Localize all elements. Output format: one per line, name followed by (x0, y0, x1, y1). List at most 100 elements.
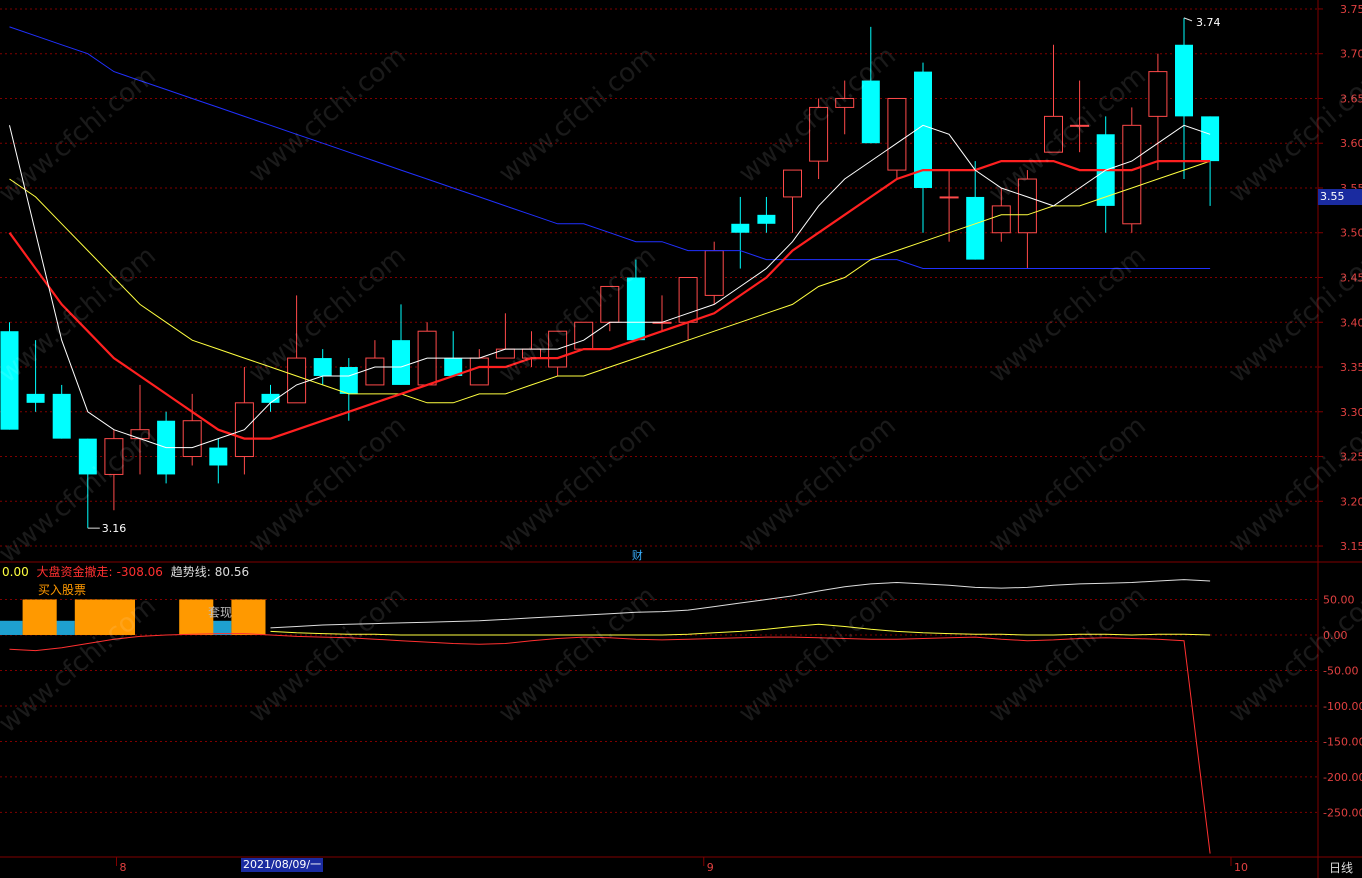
y-tick-label: 0.00 (1323, 629, 1348, 642)
candle (444, 331, 463, 376)
candle-body (1044, 115, 1063, 153)
candle-body (757, 214, 776, 224)
candle (652, 295, 672, 332)
period-label[interactable]: 日线 (1329, 859, 1353, 876)
candle-body (939, 196, 959, 199)
high-pointer (1183, 17, 1193, 22)
candle-body (600, 285, 620, 323)
candle-body (835, 97, 855, 108)
y-tick-label: 3.75 (1340, 3, 1362, 16)
candle (182, 393, 202, 466)
y-tick-label: 3.60 (1340, 137, 1362, 150)
candle (313, 349, 332, 385)
sub-series-line (270, 579, 1211, 629)
cash-bar (0, 620, 23, 635)
candle-body (469, 357, 489, 386)
candle-body (861, 80, 880, 144)
financial-marker: 财 (632, 548, 643, 562)
candle-body (1122, 124, 1142, 225)
candle (0, 322, 19, 430)
legend-trend-label: 趋势线: (170, 565, 211, 579)
candle-body (1175, 44, 1193, 117)
indicator-legend: 0.00 大盘资金撤走: -308.06 趋势线: 80.56 (2, 563, 253, 580)
y-tick-label: 3.40 (1340, 316, 1362, 329)
candle-body (339, 367, 358, 394)
candle (678, 277, 698, 341)
legend-main-value: -308.06 (116, 565, 163, 579)
sub-series-line (270, 623, 1211, 636)
candle (626, 259, 645, 341)
y-tick-label: -200.00 (1323, 771, 1362, 784)
candle (1044, 44, 1063, 153)
candle (392, 304, 410, 385)
candle (287, 295, 307, 404)
candle (783, 169, 802, 233)
candle-body (182, 420, 202, 458)
buy-bar (22, 599, 57, 635)
candle-body (78, 438, 97, 475)
y-tick-label: -150.00 (1323, 735, 1362, 748)
x-tick-label: 9 (707, 861, 714, 874)
candle (1175, 17, 1193, 180)
candle (417, 322, 437, 386)
candle (365, 340, 385, 386)
candle-body (1148, 71, 1168, 117)
candle (835, 80, 855, 135)
cash-signal-label: 套现 (208, 606, 232, 620)
candle-body (731, 223, 750, 233)
candle-body (287, 357, 307, 404)
candle (104, 429, 124, 511)
legend-main-label: 大盘资金撤走: (36, 565, 113, 579)
candle (600, 285, 620, 332)
candle-body (392, 340, 410, 385)
x-tick-label: 8 (120, 861, 127, 874)
low-label: 3.16 (102, 522, 127, 535)
candle (1070, 80, 1090, 153)
candle-body (313, 358, 332, 376)
candle (78, 438, 97, 529)
cursor-date-tag: 2021/08/09/一 (241, 858, 324, 872)
candle (861, 26, 880, 144)
candle-body (365, 357, 385, 386)
candle (26, 340, 45, 412)
y-tick-label: 3.45 (1340, 272, 1362, 285)
y-tick-label: 3.15 (1340, 540, 1362, 553)
y-tick-label: -50.00 (1323, 664, 1358, 677)
candle-body (209, 447, 228, 466)
candle-body (887, 97, 907, 171)
candle (209, 438, 228, 484)
y-tick-label: 3.65 (1340, 92, 1362, 105)
x-tick-label: 10 (1234, 861, 1248, 874)
candle (52, 384, 71, 439)
candle (1148, 53, 1168, 171)
y-tick-label: 50.00 (1323, 593, 1355, 606)
candle-body (104, 438, 124, 475)
candle-body (522, 348, 541, 359)
candle-body (704, 250, 724, 296)
buy-bar (231, 599, 266, 635)
y-tick-label: 3.35 (1340, 361, 1362, 374)
candle-body (783, 169, 802, 198)
candle (809, 98, 829, 180)
candle (966, 161, 985, 260)
y-tick-label: -100.00 (1323, 700, 1362, 713)
candle-body (1017, 178, 1037, 234)
candle-body (809, 106, 829, 162)
legend-value0: 0.00 (2, 565, 29, 579)
candle-body (495, 348, 515, 359)
buy-signal-label: 买入股票 (38, 583, 86, 597)
candle (1017, 170, 1037, 269)
candle (757, 196, 776, 233)
candle-body (130, 429, 150, 440)
candle-body (1201, 116, 1220, 162)
candle-body (26, 393, 45, 403)
candle-body (0, 331, 19, 430)
stock-chart[interactable]: 3.15 3.20 3.25 3.30 3.35 3.40 3.45 3.50 3.55 3.60… (0, 0, 1362, 878)
candle (731, 196, 750, 269)
candle-body (626, 277, 645, 341)
y-tick-label: 3.30 (1340, 406, 1362, 419)
buy-bar (100, 599, 135, 635)
candle-body (1070, 124, 1090, 127)
sub-series-line (9, 633, 1211, 854)
current-price-tag: 3.55 (1318, 189, 1362, 205)
